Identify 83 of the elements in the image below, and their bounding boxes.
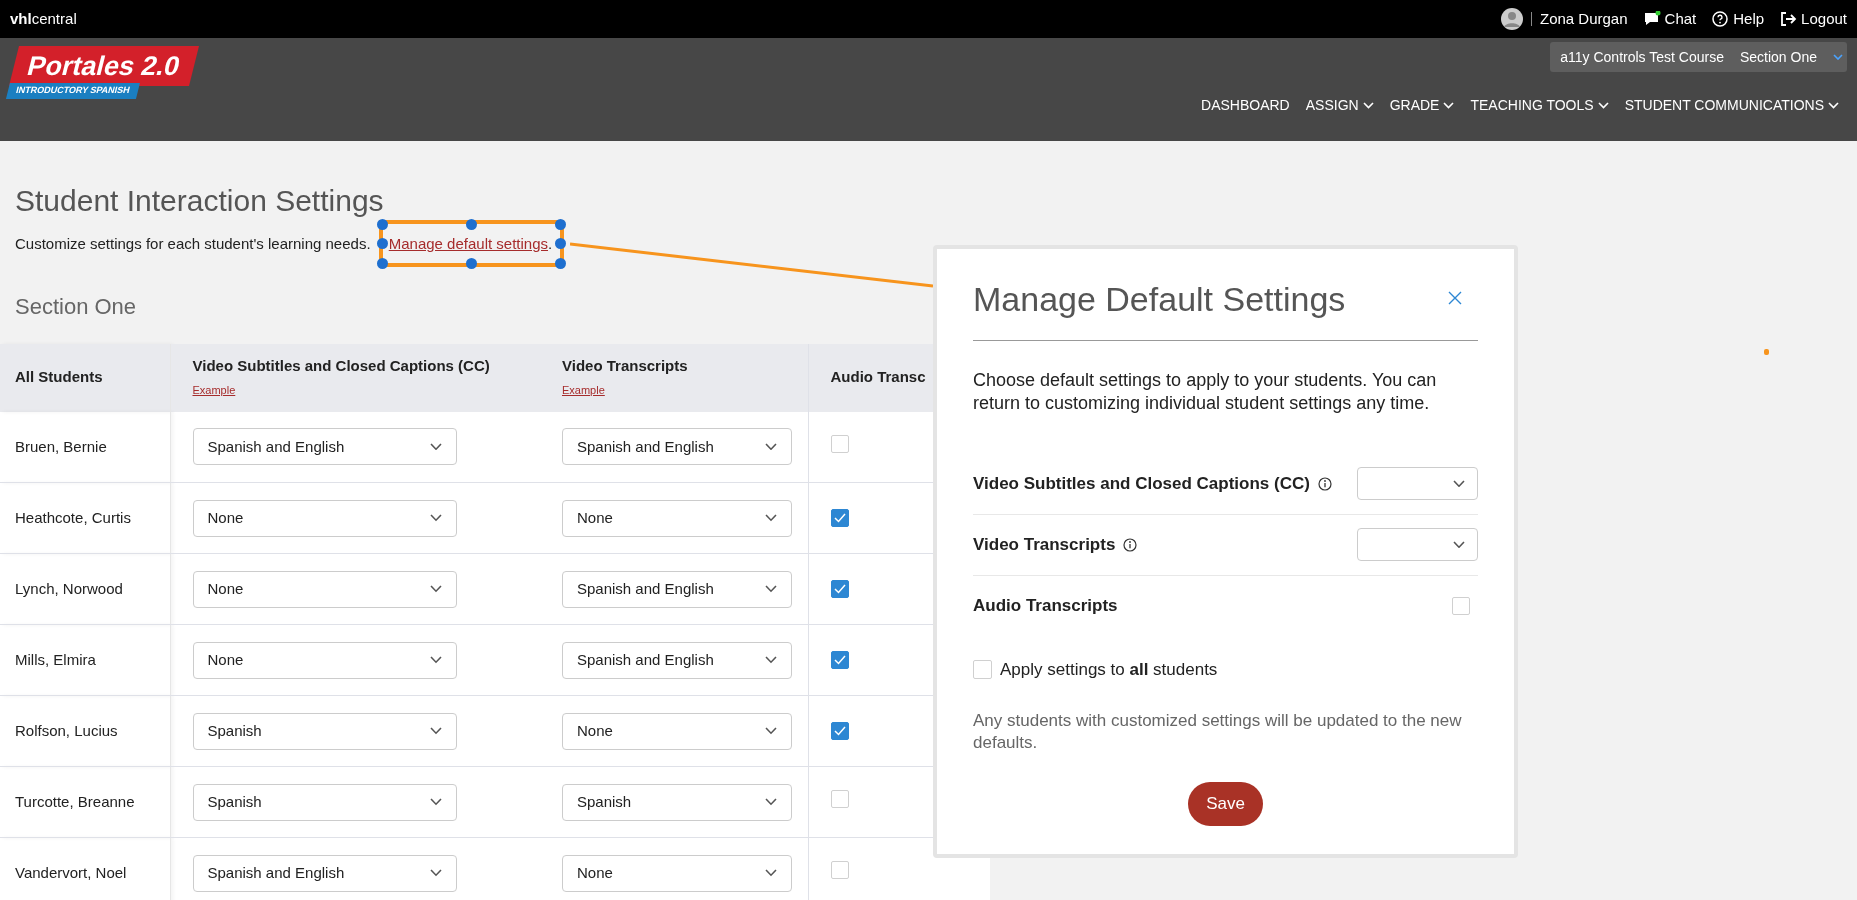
checkbox[interactable] [830,789,849,808]
page-title: Student Interaction Settings [15,183,385,219]
checkbox[interactable] [830,860,849,879]
nav-menu-item[interactable]: ASSIGN [1305,95,1374,116]
chevron-icon [429,443,442,451]
student-name: Turcotte, Breanne [15,792,135,810]
caret-icon [1833,54,1843,60]
chat-icon [1643,11,1661,27]
dropdown[interactable]: None [192,499,457,537]
logout-icon [1780,11,1798,27]
setting-label: Video Subtitles and Closed Captions (CC) [973,472,1310,495]
student-name: Lynch, Norwood [15,579,123,597]
note-text: Any students with customized settings will be updated to the new defaults. [973,710,1463,755]
chevron-icon [765,727,777,735]
checkbox[interactable] [830,579,849,598]
dropdown[interactable]: Spanish and English [192,428,457,466]
chevron-icon [765,443,777,451]
column-header: All Students [15,367,104,388]
chevron-icon [765,869,777,877]
student-name: Rolfson, Lucius [15,721,118,739]
nav-menu-item[interactable]: STUDENT COMMUNICATIONS [1624,95,1839,116]
dropdown[interactable] [1357,467,1478,501]
dropdown[interactable]: Spanish [562,783,792,821]
manage-defaults-link[interactable]: Manage default settings [388,235,548,252]
dropdown[interactable]: None [562,712,792,750]
example-link[interactable]: Example [562,381,605,398]
avatar-icon [1501,8,1523,30]
top-bar-link[interactable]: Help [1733,7,1765,31]
section-title: Section One [15,292,137,321]
chevron-icon [765,585,777,593]
chevron-icon [429,514,442,522]
nav-menu-item[interactable]: DASHBOARD [1201,95,1290,116]
nav-menu-item[interactable]: GRADE [1389,95,1455,116]
checkbox[interactable] [973,659,992,679]
user-name[interactable]: Zona Durgan [1540,7,1628,31]
chevron-icon [429,798,442,806]
dropdown[interactable]: None [192,570,457,608]
nav-menu-item[interactable]: TEACHING TOOLS [1470,95,1609,116]
dropdown[interactable]: None [562,499,792,537]
chevron-icon [1453,480,1465,488]
checkbox[interactable] [830,434,849,453]
logo-title[interactable]: Portales 2.0 [9,46,199,86]
modal-description: Choose default settings to apply to your students. You can return to customizing individual student settings any time. [973,368,1438,416]
dropdown[interactable]: Spanish and English [562,570,792,608]
chevron-icon [765,656,777,664]
column-header: Video Subtitles and Closed Captions (CC) [192,356,491,376]
dropdown[interactable]: Spanish and English [562,428,792,466]
help-icon [1712,11,1730,27]
page-description: Customize settings for each student's learning needs. Manage default settings. [15,234,554,254]
logo-subtitle: INTRODUCTORY SPANISH [6,83,140,99]
dropdown[interactable]: None [192,641,457,679]
student-name: Bruen, Bernie [15,437,107,455]
checkbox[interactable] [1452,597,1470,616]
dropdown[interactable]: Spanish and English [192,854,457,892]
chevron-icon [765,514,777,522]
chevron-icon [429,656,442,664]
brand-logo[interactable]: vhlcentral [10,7,77,31]
column-header: Video Transcripts [562,356,689,376]
chevron-icon [1453,541,1465,549]
checkbox[interactable] [830,650,849,669]
setting-label: Video Transcripts [973,533,1116,556]
dropdown[interactable]: Spanish [192,783,457,821]
student-name: Mills, Elmira [15,650,96,668]
save-button[interactable]: Save [1188,782,1263,826]
dropdown[interactable]: None [562,854,792,892]
modal-title: Manage Default Settings [973,279,1346,320]
top-bar-link[interactable]: Chat [1664,7,1697,31]
student-name: Heathcote, Curtis [15,508,131,526]
student-name: Vandervort, Noel [15,863,127,881]
checkbox[interactable] [830,721,849,740]
chevron-icon [429,585,442,593]
chevron-icon [429,869,442,877]
top-bar-link[interactable]: Logout [1801,7,1847,31]
checkbox[interactable] [830,508,849,527]
chevron-icon [429,727,442,735]
setting-label: Audio Transcripts [973,595,1118,618]
course-selector[interactable]: a11y Controls Test Course Section One [1550,42,1847,72]
apply-all-label: Apply settings to all students [1000,658,1218,681]
dropdown[interactable]: Spanish [192,712,457,750]
dropdown[interactable] [1357,528,1478,562]
chevron-icon [765,798,777,806]
dropdown[interactable]: Spanish and English [562,641,792,679]
example-link[interactable]: Example [192,381,236,398]
